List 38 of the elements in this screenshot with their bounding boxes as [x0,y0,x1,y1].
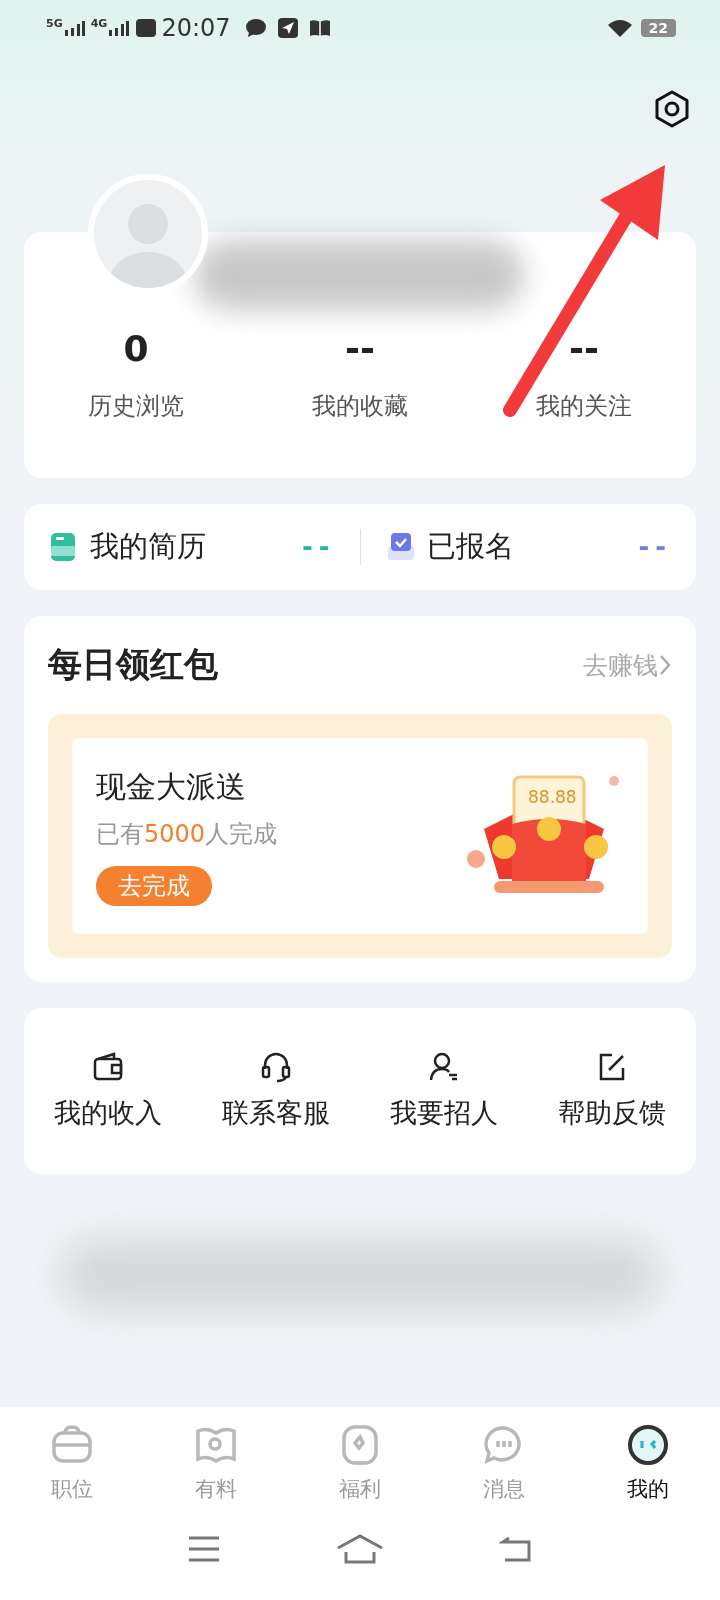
service-label[interactable]: 联系客服 [222,1095,330,1131]
service-label[interactable]: 帮助反馈 [558,1095,666,1131]
stat-label[interactable]: 我的收藏 [248,390,472,422]
service-label[interactable]: 我的收入 [54,1095,162,1131]
section-title: 每日领红包 [48,643,219,686]
battery-level: 22 [640,19,676,37]
task-title: 现金大派送 [96,767,247,806]
clock: 20:07 [161,14,231,42]
network-label: 4G [90,18,108,29]
chat-bubble-icon [244,18,267,38]
person-add-icon[interactable] [428,1051,460,1083]
paper-plane-icon [276,17,299,39]
home-icon[interactable] [336,1534,384,1564]
wifi-icon [606,18,633,38]
stat-value[interactable]: -- [472,328,696,380]
quick-link-value: -- [638,532,672,562]
stat-value[interactable]: 0 [24,328,248,380]
book-icon [308,18,331,38]
stat-value[interactable]: -- [248,328,472,380]
pdf-file-icon [48,532,78,562]
stat-label[interactable]: 我的关注 [472,390,696,422]
tab[interactable]: 我的 [576,1422,720,1504]
stat-label[interactable]: 历史浏览 [24,390,248,422]
quick-link-value: -- [301,532,336,562]
signal-icon [107,18,130,38]
service-label[interactable]: 我要招人 [390,1095,498,1131]
quick-link-label[interactable]: 我的简历 [90,527,290,567]
wallet-icon[interactable] [92,1051,124,1083]
menu-icon[interactable] [187,1534,222,1564]
settings-icon[interactable] [654,90,690,128]
task-subtitle: 已有5000人完成 [96,818,279,850]
quick-link-label[interactable]: 已报名 [426,527,627,567]
network-label: 5G [46,18,63,29]
signal-icon [62,18,85,38]
back-icon[interactable] [498,1534,533,1564]
envelope-amount: 88.88 [528,787,577,807]
headset-icon[interactable] [260,1051,292,1083]
mascot-face-icon [626,1423,670,1467]
